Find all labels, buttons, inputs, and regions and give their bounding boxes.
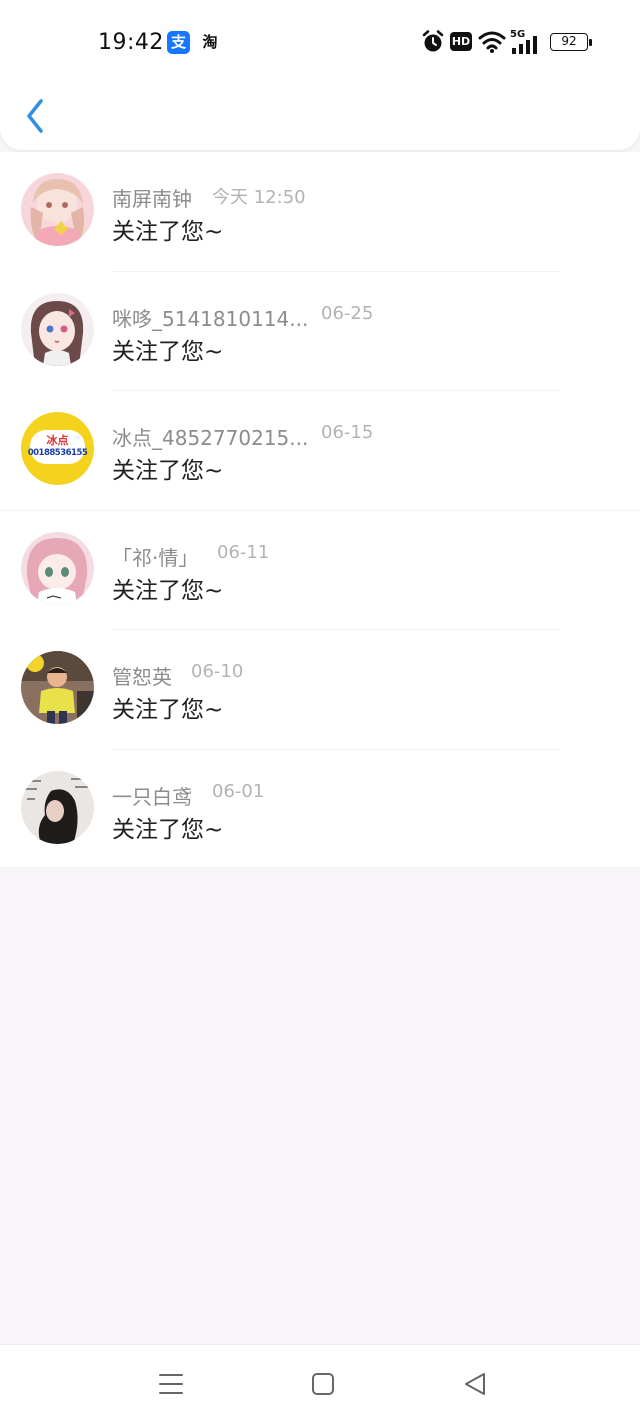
list-item[interactable]: 一只白鸢 06-01 关注了您~ [0, 750, 640, 870]
user-name[interactable]: 一只白鸢 [112, 781, 192, 810]
chevron-left-icon [27, 99, 43, 133]
battery-tip [589, 39, 592, 46]
back-button[interactable] [20, 96, 52, 136]
notification-message: 关注了您~ [112, 338, 224, 365]
home-square-icon [312, 1373, 334, 1395]
notification-time: 06-11 [217, 541, 270, 563]
triangle-back-icon [465, 1373, 485, 1395]
list-item[interactable]: 冰点 00188536155 冰点_4852770215... 06-15 关注… [0, 391, 640, 511]
list-item[interactable]: 「祁·情」 06-11 关注了您~ [0, 511, 640, 630]
signal-icon [512, 36, 537, 54]
home-button[interactable] [308, 1369, 338, 1399]
wifi-icon [478, 31, 506, 53]
status-icons: HD 5G 92 [422, 29, 602, 56]
battery-level: 92 [561, 34, 577, 48]
user-name[interactable]: 南屏南钟 [112, 183, 192, 212]
notification-time: 06-01 [212, 780, 265, 802]
notification-message: 关注了您~ [112, 577, 224, 604]
avatar[interactable] [21, 651, 94, 724]
avatar[interactable] [21, 770, 94, 844]
avatar[interactable] [21, 173, 94, 246]
user-name[interactable]: 冰点_4852770215... [112, 422, 308, 451]
list-item[interactable]: 咪哆_5141810114... 06-25 关注了您~ [0, 272, 640, 391]
notification-message: 关注了您~ [112, 458, 224, 484]
notification-message: 关注了您~ [112, 697, 224, 723]
notification-message: 关注了您~ [112, 816, 224, 843]
notification-time: 06-10 [191, 661, 244, 682]
menu-icon [159, 1374, 183, 1394]
screen: 19:42 支 淘 HD 5G 92 南屏南钟 今天 12:50 关注了您~ 咪… [0, 0, 640, 1422]
avatar[interactable] [21, 292, 94, 366]
follow-notification-list: 南屏南钟 今天 12:50 关注了您~ 咪哆_5141810114... 06-… [0, 152, 640, 867]
status-bar: 19:42 支 淘 HD 5G 92 [0, 22, 640, 66]
user-name[interactable]: 管恕英 [112, 661, 172, 690]
alarm-icon [422, 30, 444, 52]
avatar-badge-number: 00188536155 [27, 448, 88, 458]
status-time: 19:42 [98, 30, 164, 55]
notification-message: 关注了您~ [112, 219, 224, 245]
avatar-badge-text: 冰点 [46, 434, 69, 447]
system-nav-bar [0, 1344, 640, 1422]
list-item[interactable]: 南屏南钟 今天 12:50 关注了您~ [0, 152, 640, 272]
header: 19:42 支 淘 HD 5G 92 [0, 0, 640, 150]
avatar[interactable] [21, 531, 94, 605]
menu-button[interactable] [156, 1369, 186, 1399]
notification-time: 06-25 [321, 302, 374, 324]
notification-time: 06-15 [321, 422, 374, 443]
system-back-button[interactable] [460, 1369, 490, 1399]
list-item[interactable]: 管恕英 06-10 关注了您~ [0, 630, 640, 750]
alipay-icon: 支 [167, 31, 190, 54]
avatar[interactable]: 冰点 00188536155 [21, 412, 94, 485]
taobao-icon: 淘 [202, 33, 218, 51]
hd-icon: HD [450, 32, 472, 51]
user-name[interactable]: 咪哆_5141810114... [112, 303, 308, 332]
battery-icon: 92 [550, 33, 588, 51]
notification-time: 今天 12:50 [212, 187, 306, 208]
user-name[interactable]: 「祁·情」 [112, 542, 198, 571]
